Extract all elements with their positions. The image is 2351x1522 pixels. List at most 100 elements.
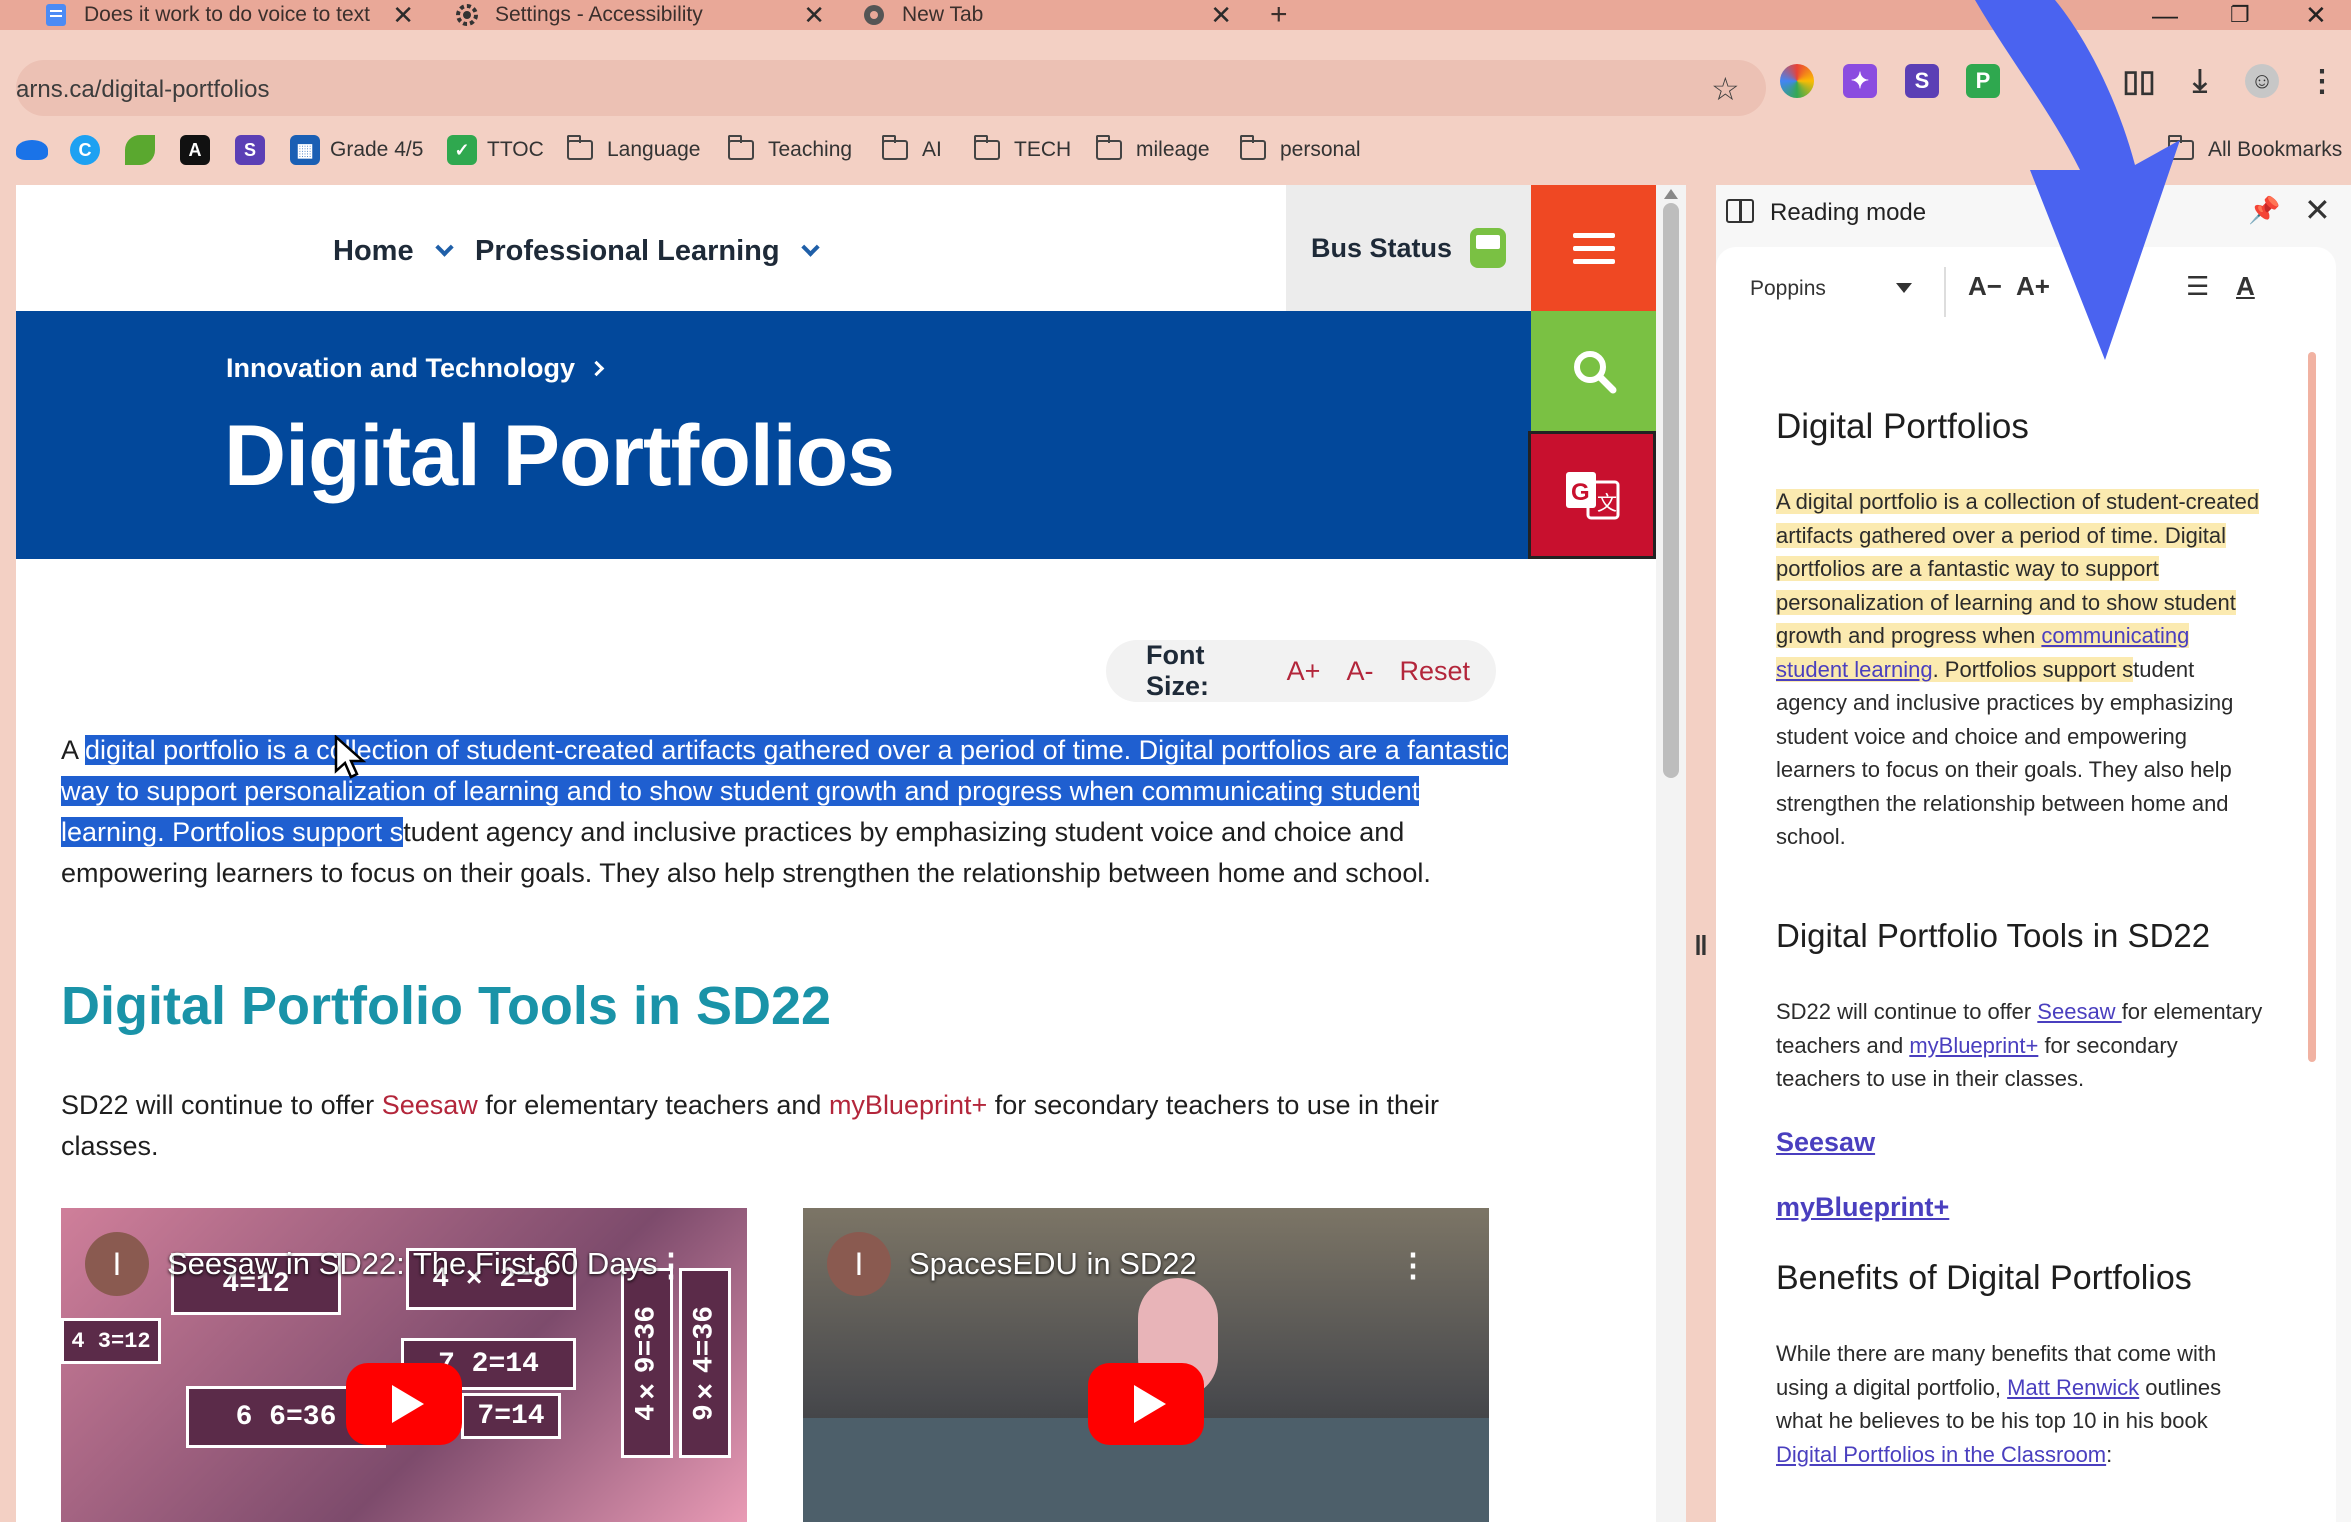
font-reset-button[interactable]: Reset [1399,656,1470,687]
more-menu-icon[interactable]: ⋮ [2305,64,2339,98]
scroll-up-arrow[interactable] [1664,189,1678,199]
search-button[interactable] [1531,311,1656,431]
reading-mode-icon[interactable]: ▯▯ [2122,64,2156,98]
font-increase-button[interactable]: A+ [1287,656,1321,687]
increase-font-button[interactable]: A+ [2016,271,2050,302]
nav-home[interactable]: Home [333,235,454,268]
tab-voice-to-text[interactable]: Does it work to do voice to text ✕ [44,0,414,30]
close-tab-icon[interactable]: ✕ [1210,0,1232,31]
seesaw-link[interactable]: Seesaw [382,1090,478,1120]
video-title[interactable]: SpacesEDU in SD22 [909,1246,1197,1282]
line-spacing-icon[interactable]: ☰ [2186,271,2209,302]
translate-button[interactable]: G文 [1528,431,1656,559]
bookmark-onedrive[interactable] [16,130,58,170]
play-button-icon[interactable] [346,1363,462,1445]
restore-icon[interactable]: ❐ [2230,2,2250,28]
c-logo-icon: C [70,135,100,165]
bookmark-c[interactable]: C [70,130,110,170]
book-link[interactable]: Digital Portfolios in the Classroom [1776,1442,2106,1467]
reading-text: SD22 will continue to offer [1776,999,2038,1024]
play-button-icon[interactable] [1088,1363,1204,1445]
a-logo-icon: A [180,135,210,165]
new-tab-button[interactable]: + [1270,0,1288,31]
reading-mode-title: Reading mode [1770,199,1927,226]
bookmark-label: TTOC [487,138,544,161]
bookmark-star-icon[interactable]: ☆ [1711,70,1740,108]
cloud-icon [16,140,48,160]
bookmark-label: mileage [1136,138,1210,161]
seesaw-link[interactable]: Seesaw [2037,999,2121,1024]
myblueprint-link-standalone[interactable]: myBlueprint+ [1776,1192,1949,1223]
reading-text: tudent agency and inclusive practices by… [1776,656,2234,850]
reading-mode-panel: Reading mode 📌 ✕ Poppins A− A+ ☰ A Digit… [1716,185,2351,1522]
video-more-icon[interactable]: ⋮ [1397,1246,1429,1284]
extension-puzzle-icon[interactable]: ✦ [1843,64,1877,98]
channel-avatar[interactable]: I [85,1232,149,1296]
nav-professional-learning[interactable]: Professional Learning [475,235,820,268]
decrease-font-button[interactable]: A− [1968,271,2002,302]
panel-resize-handle[interactable]: ‖ [1686,185,1716,1522]
folder-icon [2168,135,2194,160]
matt-renwick-link[interactable]: Matt Renwick [2007,1375,2139,1400]
font-decrease-button[interactable]: A- [1346,656,1373,687]
tab-new-tab[interactable]: New Tab ✕ [862,0,1232,30]
calendar-icon: ▦ [290,135,320,165]
close-tab-icon[interactable]: ✕ [803,0,825,31]
bookmark-s[interactable]: S [235,130,275,170]
bookmark-folder-ai[interactable]: AI [882,130,942,170]
profile-avatar[interactable]: ☺ [2245,64,2279,98]
bookmark-folder-personal[interactable]: personal [1240,130,1361,170]
address-bar[interactable]: arns.ca/digital-portfolios ☆ [16,60,1766,116]
tools-text: for elementary teachers and [477,1090,829,1120]
minimize-icon[interactable]: — [2152,0,2178,31]
channel-avatar[interactable]: I [827,1232,891,1296]
reading-scrollbar[interactable] [2308,352,2316,1062]
tab-settings-accessibility[interactable]: Settings - Accessibility ✕ [455,0,825,30]
bookmark-folder-teaching[interactable]: Teaching [728,130,852,170]
bus-status-button[interactable]: Bus Status [1286,185,1531,311]
scrollbar-thumb[interactable] [1663,203,1679,778]
web-page: Home Professional Learning Bus Status In… [16,185,1656,1522]
pin-icon[interactable]: 📌 [2248,195,2280,226]
bookmark-folder-mileage[interactable]: mileage [1096,130,1210,170]
bookmark-ttoc[interactable]: ✓ TTOC [447,130,544,170]
seesaw-link-standalone[interactable]: Seesaw [1776,1127,1875,1158]
close-panel-icon[interactable]: ✕ [2304,191,2331,229]
bookmark-grade-4-5[interactable]: ▦ Grade 4/5 [290,130,423,170]
extension-color-icon[interactable] [1780,64,1814,98]
browser-window: Does it work to do voice to text ✕ Setti… [0,0,2351,1522]
bookmark-folder-tech[interactable]: TECH [974,130,1071,170]
bookmark-folder-all[interactable]: All Bookmarks [2168,130,2342,170]
bookmark-label: Teaching [768,138,853,161]
text-color-icon[interactable]: A [2236,271,2255,302]
folder-icon [1096,135,1122,160]
reading-heading-1: Digital Portfolios [1776,407,2029,446]
bookmark-label: AI [922,138,942,161]
math-tile: 4×9=36 [621,1268,673,1458]
video-seesaw[interactable]: 4=12 4 × 2=8 4 3=12 7 2=14 6 6=36 7=14 4… [61,1208,747,1522]
chevron-down-icon [434,238,454,257]
close-tab-icon[interactable]: ✕ [392,0,414,31]
video-more-icon[interactable]: ⋮ [655,1246,687,1284]
page-scrollbar[interactable] [1656,185,1686,1522]
myblueprint-link[interactable]: myBlueprint+ [829,1090,987,1120]
chevron-down-icon[interactable] [1896,283,1912,293]
hamburger-menu-button[interactable] [1531,185,1656,311]
video-spacesedu[interactable]: I SpacesEDU in SD22 ⋮ [803,1208,1489,1522]
breadcrumb[interactable]: Innovation and Technology [226,353,605,384]
bookmark-folder-language[interactable]: Language [567,130,700,170]
extensions-icon[interactable]: ⧉ [2026,64,2060,98]
close-window-icon[interactable]: ✕ [2305,0,2327,31]
myblueprint-link[interactable]: myBlueprint+ [1909,1033,2038,1058]
download-icon[interactable]: ⤓ [2183,62,2217,98]
extension-p-icon[interactable]: P [1966,64,2000,98]
toolbar-divider [1944,267,1946,317]
bookmark-leaf[interactable] [125,130,165,170]
video-title[interactable]: Seesaw in SD22: The First 60 Days [167,1246,657,1282]
nav-label: Professional Learning [475,235,780,267]
font-select[interactable]: Poppins [1750,277,1826,301]
extension-s-icon[interactable]: S [1905,64,1939,98]
bookmark-a[interactable]: A [180,130,220,170]
math-tile: 9×4=36 [679,1268,731,1458]
plus-icon: + [1270,0,1288,31]
